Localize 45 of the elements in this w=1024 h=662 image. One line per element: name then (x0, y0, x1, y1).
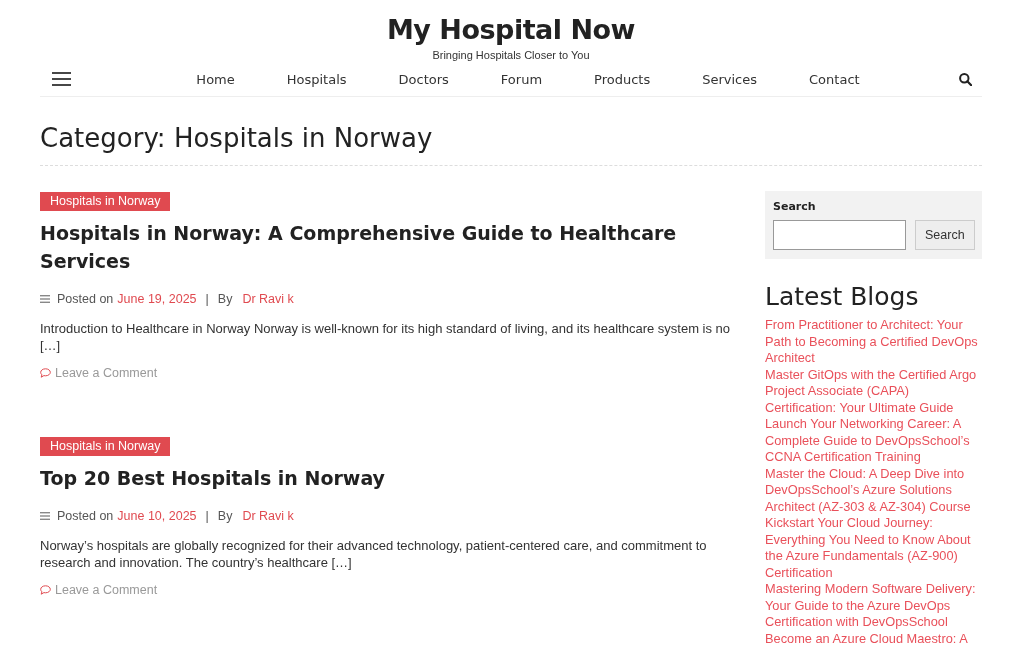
blog-link[interactable]: Launch Your Networking Career: A Complete Guide to DevOpsSchool’s CCNA Certification Training (765, 416, 982, 466)
post-excerpt: Norway’s hospitals are globally recognized for their advanced technology, patient-centered care, and commitment to research and innovation. The country’s healthcare […] (40, 537, 708, 571)
blog-link[interactable]: Mastering Modern Software Delivery: Your Guide to the Azure DevOps Certification with DevOpsSchool (765, 581, 982, 631)
post-date-link[interactable]: June 19, 2025 (117, 291, 197, 307)
sidebar-heading: Latest Blogs (765, 281, 919, 313)
menu-icon[interactable] (52, 72, 71, 86)
leave-comment-link[interactable]: Leave a Comment (55, 582, 158, 598)
leave-comment-link[interactable]: Leave a Comment (55, 365, 158, 381)
site-tagline: Bringing Hospitals Closer to You (432, 48, 590, 62)
page-heading: Category: Hospitals in Norway (40, 122, 433, 155)
speech-bubble-icon (40, 585, 51, 595)
nav-link[interactable]: Products (594, 72, 651, 87)
blog-link[interactable]: From Practitioner to Architect: Your Path to Becoming a Certified DevOps Architect (765, 317, 982, 367)
by-label: By (217, 291, 233, 307)
meta-separator: | (205, 508, 209, 524)
nav-link[interactable]: Home (196, 72, 235, 87)
speech-bubble-icon (40, 368, 51, 378)
by-label: By (217, 508, 233, 524)
list-icon (40, 512, 50, 520)
author-link[interactable]: Dr Ravi k (242, 508, 294, 524)
blog-link[interactable]: Master GitOps with the Certified Argo Project Associate (CAPA) Certification: Your Ultimate Guide (765, 366, 982, 416)
post-excerpt: Introduction to Healthcare in Norway Norway is well-known for its high standard of living, and its healthcare system is no […] (40, 320, 732, 354)
list-icon (40, 295, 50, 303)
post-date-link[interactable]: June 10, 2025 (117, 508, 197, 524)
nav-link[interactable]: Forum (500, 72, 543, 87)
category-tag[interactable]: Hospitals in Norway (40, 437, 171, 456)
search-input[interactable] (773, 220, 906, 250)
author-link[interactable]: Dr Ravi k (242, 291, 294, 307)
meta-separator: | (205, 291, 209, 307)
blog-link[interactable]: Kickstart Your Cloud Journey: Everything You Need to Know About the Azure Fundamentals (AZ-900) Certification (765, 515, 982, 581)
search-button[interactable]: Search (915, 220, 975, 250)
blog-link[interactable]: Become an Azure Cloud Maestro: A (765, 630, 982, 647)
posted-on-label: Posted on (57, 508, 114, 524)
post-title[interactable]: Top 20 Best Hospitals in Norway (40, 464, 385, 492)
blog-link[interactable]: Master the Cloud: A Deep Dive into DevOpsSchool’s Azure Solutions Architect (AZ-303 & AZ-304) Course (765, 465, 982, 515)
search-icon[interactable] (959, 72, 972, 86)
category-tag[interactable]: Hospitals in Norway (40, 192, 171, 211)
nav-link[interactable]: Services (702, 72, 758, 87)
posted-on-label: Posted on (57, 291, 114, 307)
nav-link[interactable]: Contact (809, 72, 860, 87)
nav-link[interactable]: Hospitals (286, 72, 347, 87)
site-title[interactable]: My Hospital Now (386, 12, 635, 48)
post-title[interactable]: Hospitals in Norway: A Comprehensive Guide to Healthcare Services (40, 219, 735, 275)
search-label: Search (773, 200, 816, 214)
nav-link[interactable]: Doctors (398, 72, 449, 87)
